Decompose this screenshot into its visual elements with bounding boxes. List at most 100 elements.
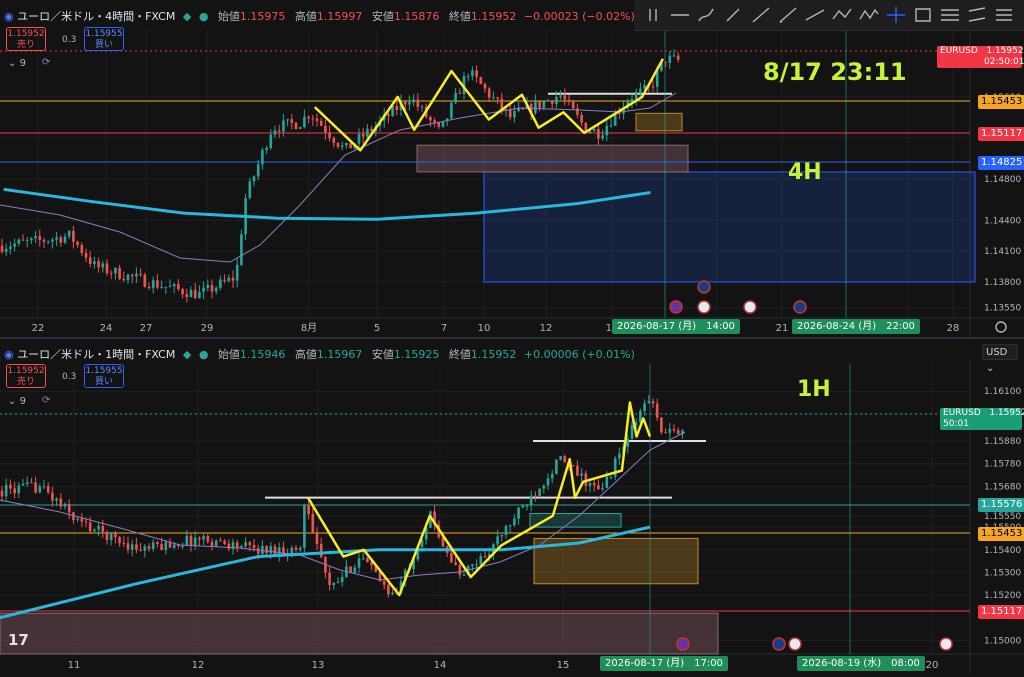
candle-body <box>538 101 541 108</box>
candle-body <box>651 86 655 88</box>
indicator-toggle[interactable]: ⌄ 9 <box>8 58 26 69</box>
parallel-channel-icon[interactable] <box>966 5 988 25</box>
x-tick-label: 12 <box>540 323 553 334</box>
candle-body <box>508 525 512 527</box>
y-tick-label: 1.15780 <box>984 460 1021 470</box>
buy-button[interactable]: 1.15955 買い <box>84 364 124 388</box>
x-tick-label: 27 <box>140 323 153 334</box>
buy-button[interactable]: 1.15955 買い <box>84 27 124 51</box>
candle-body <box>248 181 252 199</box>
candle-body <box>0 490 4 497</box>
candle-body <box>676 430 680 435</box>
candle-body <box>609 125 613 127</box>
candle-body <box>563 456 567 463</box>
candle-body <box>655 403 659 418</box>
candle-body <box>147 286 151 289</box>
chart-canvas: 222427298月57101214192126281.156001.15200… <box>0 0 1024 673</box>
candle-body <box>294 122 298 130</box>
sync-icon[interactable]: ⟳ <box>42 57 50 68</box>
drag-handle-icon <box>642 5 664 25</box>
brush-icon[interactable] <box>696 5 718 25</box>
chevron-down-icon: ⌄ <box>8 58 17 69</box>
candle-body <box>261 545 264 554</box>
settings-lines-icon[interactable] <box>993 5 1015 25</box>
candle-body <box>38 236 42 240</box>
y-tick-label: 1.16100 <box>984 387 1021 397</box>
top-crosshair-date: 2026-08-17 (月) 14:00 <box>612 319 740 334</box>
sell-button[interactable]: 1.15952 売り <box>6 27 46 51</box>
candle-body <box>538 488 541 497</box>
top-symbol[interactable]: ユーロ／米ドル・4時間・FXCM <box>17 10 175 23</box>
y-tick-label: 1.15550 <box>984 512 1021 522</box>
candle-body <box>576 465 579 476</box>
candle-body <box>97 525 100 530</box>
x-tick-label: 8月 <box>301 322 317 334</box>
candle-body <box>588 482 592 486</box>
candle-body <box>672 428 676 431</box>
bottom-symbol[interactable]: ユーロ／米ドル・1時間・FXCM <box>17 348 175 361</box>
x-tick-label: 12 <box>192 660 205 671</box>
candle-body <box>420 106 424 108</box>
sell-button[interactable]: 1.15952 売り <box>6 364 46 388</box>
candle-body <box>332 582 336 586</box>
ticker-label: EURUSD <box>943 408 981 418</box>
crosshair-icon[interactable] <box>885 5 907 25</box>
countdown: 02:50:01 <box>984 57 1024 67</box>
candle-body <box>269 546 273 554</box>
candle-body <box>126 543 130 550</box>
candle-body <box>634 92 638 100</box>
horizontal-ray-icon[interactable] <box>669 5 691 25</box>
candle-body <box>483 84 487 89</box>
zigzag-icon[interactable] <box>858 5 880 25</box>
candle-body <box>315 118 319 121</box>
candle-body <box>235 264 239 281</box>
event-eu-icon <box>772 637 786 651</box>
trend-line-icon[interactable] <box>750 5 772 25</box>
candle-body <box>265 147 268 151</box>
candle-body <box>664 61 667 63</box>
event-flash-icon <box>676 637 690 651</box>
supply-zone <box>416 144 689 173</box>
indicator-count: 9 <box>19 58 26 69</box>
top-legend: ◉ ユーロ／米ドル・4時間・FXCM ◆ ● 始値1.15975 高値1.159… <box>4 8 635 24</box>
candle-body <box>84 252 88 258</box>
timeframe-1h: 1H <box>797 377 831 402</box>
polyline-icon[interactable] <box>831 5 853 25</box>
chevron-down-icon: ⌄ <box>986 363 995 374</box>
ray-icon[interactable] <box>777 5 799 25</box>
candle-body <box>580 473 583 476</box>
candle-body <box>559 456 562 460</box>
candle-body <box>504 525 508 535</box>
candle-body <box>88 257 92 264</box>
y-tick-label: 1.14400 <box>984 216 1021 226</box>
candle-body <box>4 248 8 252</box>
rectangle-icon[interactable] <box>912 5 934 25</box>
candle-body <box>219 540 222 542</box>
indicator-toggle[interactable]: ⌄ 9 <box>8 396 26 407</box>
fib-retracement-icon[interactable] <box>939 5 961 25</box>
open-label: 始値 <box>217 10 240 23</box>
candle-body <box>0 245 4 252</box>
candle-body <box>307 504 310 514</box>
candle-body <box>546 478 550 486</box>
candle-body <box>164 286 168 288</box>
candle-body <box>315 532 319 544</box>
candle-body <box>307 116 310 119</box>
candle-body <box>361 134 365 137</box>
candle-body <box>42 239 46 242</box>
candle-body <box>219 279 222 288</box>
pencil-icon[interactable] <box>723 5 745 25</box>
candle-body <box>496 536 499 545</box>
candle-body <box>55 498 58 501</box>
candle-body <box>135 273 138 277</box>
currency-select[interactable]: USD ⌄ <box>982 344 1018 374</box>
candle-body <box>454 92 457 103</box>
sync-icon[interactable]: ⟳ <box>42 395 50 406</box>
candle-body <box>198 537 201 540</box>
extended-line-icon[interactable] <box>804 5 826 25</box>
candle-body <box>206 284 210 288</box>
last-price: 1.15952 <box>989 408 1024 418</box>
candle-body <box>147 546 151 549</box>
candle-body <box>513 518 516 526</box>
candle-body <box>160 543 163 550</box>
